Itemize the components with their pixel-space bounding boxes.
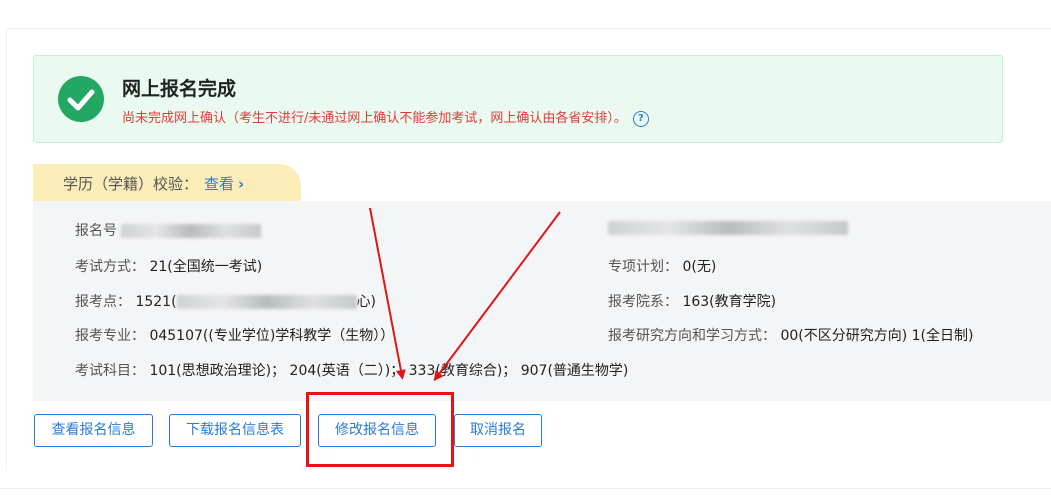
annotation-arrow-right: [433, 211, 561, 382]
annotation-arrow-left: [369, 207, 406, 380]
annotation-arrows: [369, 207, 561, 382]
